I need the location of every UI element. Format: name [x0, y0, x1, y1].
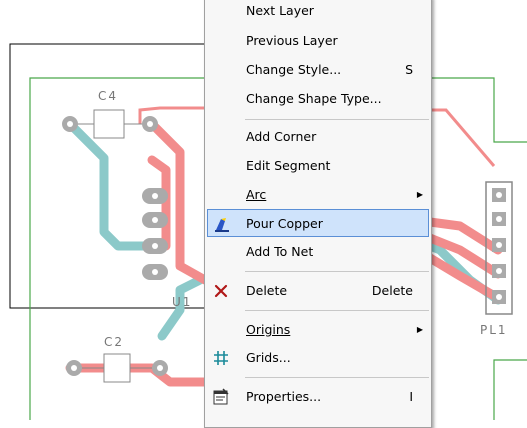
u1-label: U1	[172, 295, 192, 309]
board-outline-bottom	[493, 359, 527, 420]
menu-separator	[245, 377, 429, 378]
menu-separator	[245, 119, 429, 120]
menu-item-label: Arc	[246, 181, 266, 209]
submenu-arrow-icon: ▶	[416, 190, 423, 199]
c2-label: C2	[104, 335, 124, 349]
trace-top-thin-2[interactable]	[430, 108, 496, 167]
menu-item-label: Edit Segment	[246, 158, 331, 173]
properties-icon	[213, 388, 229, 405]
menu-item-origins-mnemonic: Origins	[246, 322, 291, 337]
menu-item-add-corner[interactable]: Add Corner	[207, 123, 429, 151]
pour-copper-icon	[215, 218, 229, 232]
grid-icon	[214, 351, 228, 365]
menu-item-change-style[interactable]: Change Style... S	[207, 56, 429, 84]
menu-item-add-to-net[interactable]: Add To Net	[207, 238, 429, 266]
menu-item-change-shape-type[interactable]: Change Shape Type...	[207, 85, 429, 113]
menu-item-next-layer[interactable]: Next Layer	[207, 0, 429, 25]
menu-item-label: Add To Net	[246, 244, 314, 259]
delete-x-icon	[214, 284, 228, 298]
context-menu: Next Layer Previous Layer Change Style..…	[204, 0, 432, 428]
menu-separator	[245, 310, 429, 311]
pl1-label: PL1	[480, 323, 508, 337]
trace-top-3[interactable]	[65, 363, 210, 387]
menu-item-label: Change Style...	[246, 62, 342, 77]
submenu-arrow-icon: ▶	[416, 325, 423, 334]
menu-item-label: Add Corner	[246, 129, 317, 144]
menu-item-label: Origins	[246, 316, 290, 344]
c4-body[interactable]	[93, 109, 125, 139]
menu-item-label: Delete	[246, 283, 288, 298]
menu-item-shortcut: Delete	[371, 283, 413, 298]
menu-item-label: Change Shape Type...	[246, 91, 382, 106]
menu-item-shortcut: S	[405, 62, 413, 77]
menu-item-edit-segment[interactable]: Edit Segment	[207, 152, 429, 180]
menu-item-label: Properties...	[246, 389, 322, 404]
c4-label: C4	[98, 89, 118, 103]
menu-item-arc[interactable]: Arc ▶	[207, 181, 429, 209]
trace-bottom-1[interactable]	[65, 119, 155, 251]
menu-item-delete[interactable]: Delete Delete	[207, 277, 429, 305]
menu-item-grids[interactable]: Grids...	[207, 344, 429, 372]
menu-item-pour-copper[interactable]: Pour Copper	[207, 209, 429, 237]
c2-body[interactable]	[103, 353, 131, 383]
menu-item-arc-mnemonic: Arc	[246, 187, 267, 202]
menu-item-properties[interactable]: Properties... I	[207, 383, 429, 411]
menu-item-shortcut: I	[409, 389, 413, 404]
menu-separator	[245, 271, 429, 272]
menu-item-origins[interactable]: Origins ▶	[207, 316, 429, 344]
menu-item-label: Next Layer	[246, 3, 314, 18]
menu-item-previous-layer[interactable]: Previous Layer	[207, 27, 429, 55]
menu-item-label: Pour Copper	[246, 216, 323, 231]
menu-item-label: Grids...	[246, 350, 291, 365]
menu-item-label: Previous Layer	[246, 33, 338, 48]
